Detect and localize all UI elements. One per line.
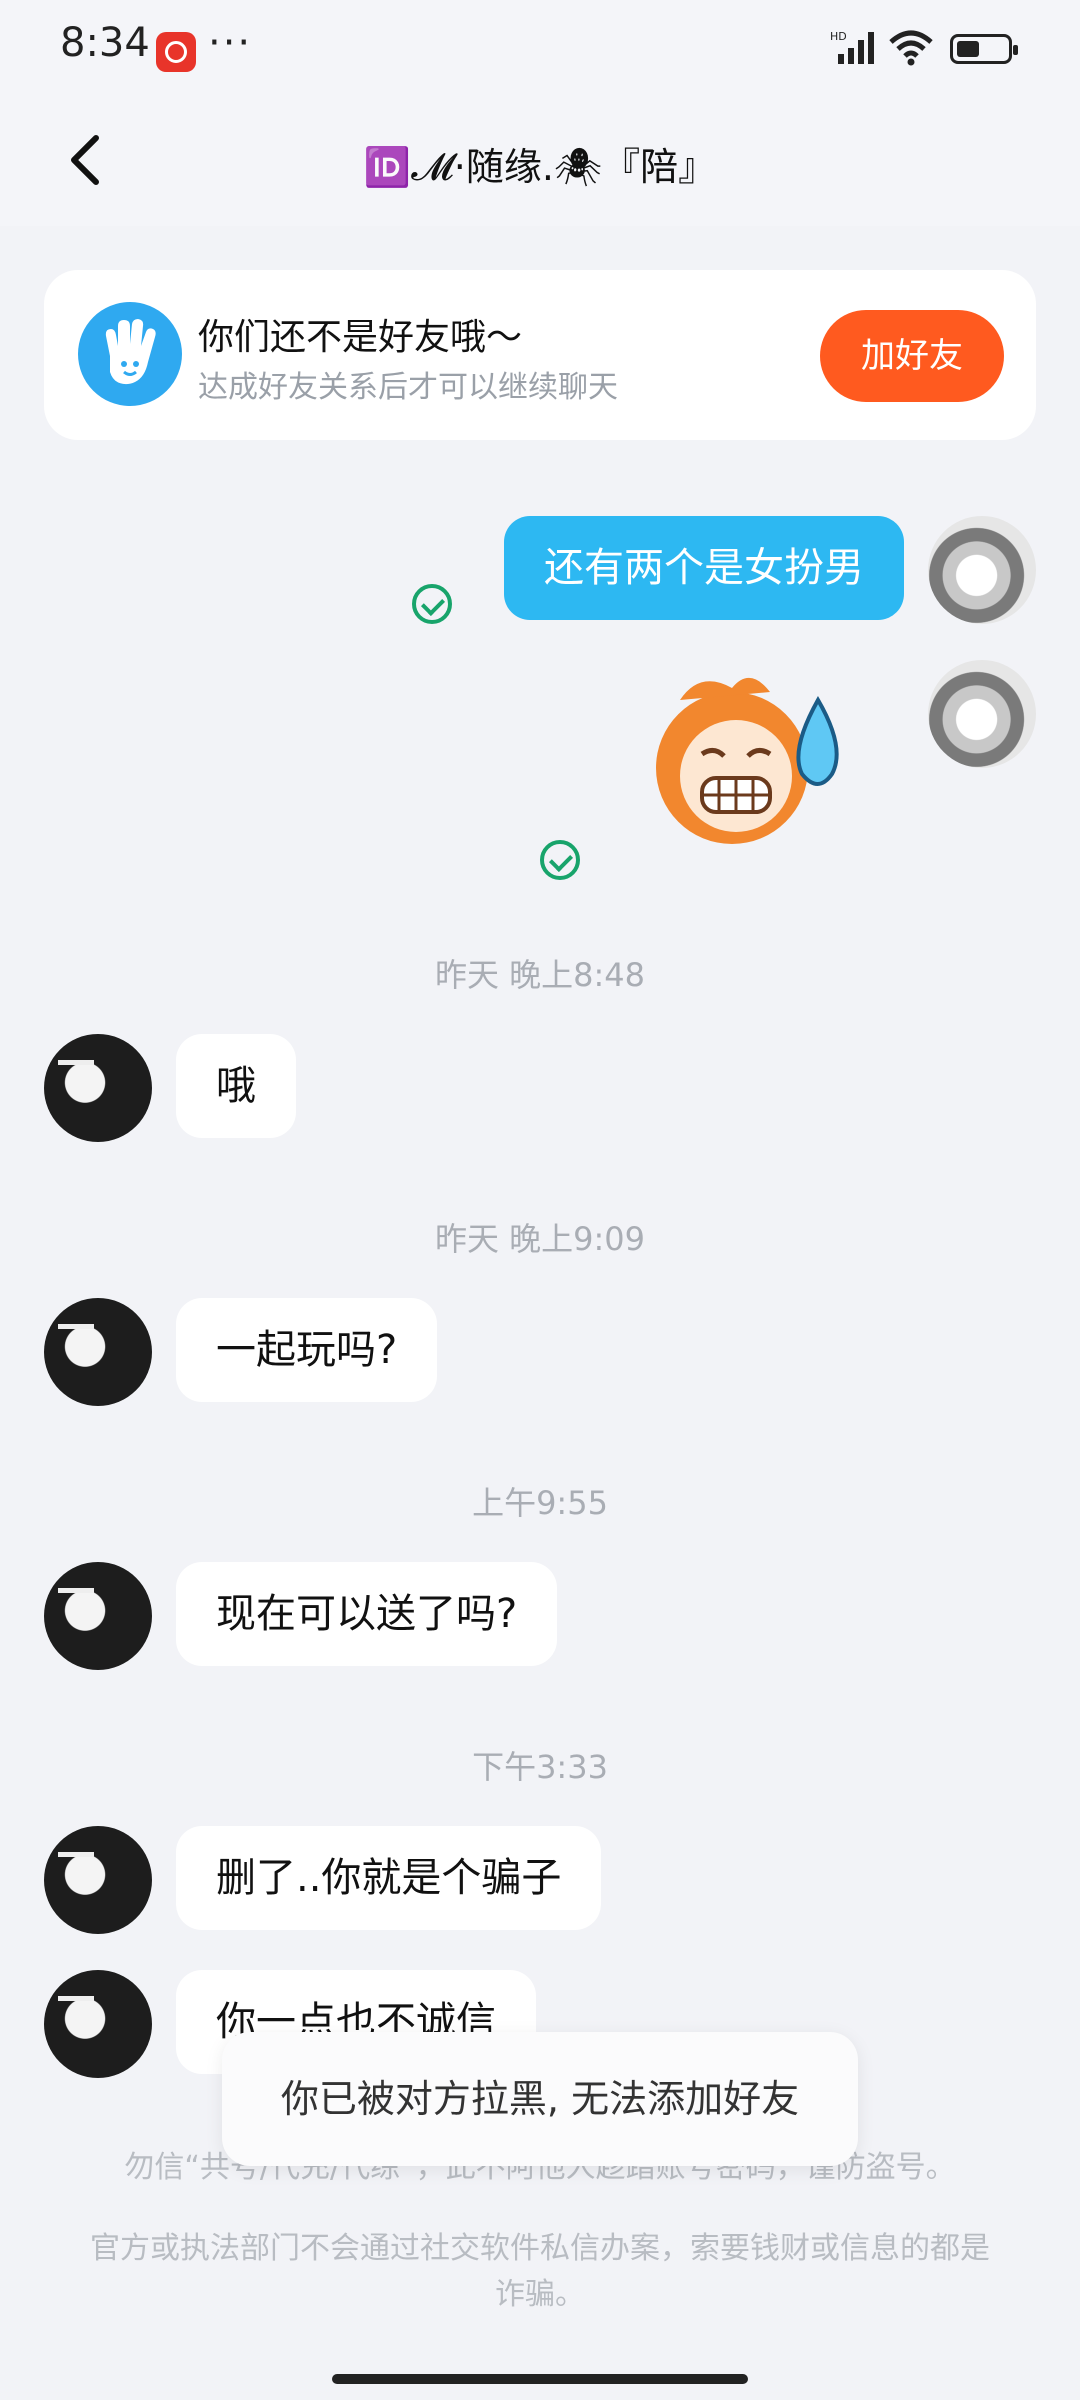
add-friend-button[interactable]: 加好友	[820, 310, 1004, 402]
wave-hand-icon	[78, 302, 182, 406]
contact-avatar[interactable]	[44, 1562, 152, 1670]
my-avatar[interactable]	[928, 660, 1036, 768]
chat-header: 🆔𝓜·随缘.🕷『陪』	[0, 100, 1080, 226]
not-friends-card: 你们还不是好友哦～ 达成好友关系后才可以继续聊天 加好友	[44, 270, 1036, 440]
incoming-message[interactable]: 哦	[176, 1034, 296, 1138]
timestamp: 上午9:55	[472, 1484, 608, 1522]
blocked-toast: 你已被对方拉黑, 无法添加好友	[222, 2032, 858, 2166]
not-friends-subtitle: 达成好友关系后才可以继续聊天	[198, 370, 618, 405]
status-bar: 8:34 ··· HD	[0, 0, 1080, 100]
outgoing-message[interactable]: 还有两个是女扮男	[504, 516, 904, 620]
network-type-label: HD	[830, 30, 847, 43]
incoming-message[interactable]: 一起玩吗?	[176, 1298, 438, 1402]
contact-avatar[interactable]	[44, 1826, 152, 1934]
timestamp: 下午3:33	[472, 1748, 608, 1786]
status-time: 8:34	[60, 20, 150, 66]
read-check-icon	[412, 584, 452, 624]
incoming-message[interactable]: 删了..你就是个骗子	[176, 1826, 602, 1930]
more-notifications-icon: ···	[208, 20, 253, 66]
sweat-face-sticker[interactable]	[640, 670, 860, 850]
timestamp: 昨天 晚上8:48	[434, 956, 646, 994]
chat-title: 🆔𝓜·随缘.🕷『陪』	[363, 145, 717, 189]
my-avatar[interactable]	[928, 516, 1036, 624]
incoming-message[interactable]: 现在可以送了吗?	[176, 1562, 558, 1666]
contact-avatar[interactable]	[44, 1298, 152, 1406]
timestamp: 昨天 晚上9:09	[434, 1220, 646, 1258]
fraud-warning: 官方或执法部门不会通过社交软件私信办案，索要钱财或信息的都是诈骗。	[90, 2231, 990, 2312]
contact-avatar[interactable]	[44, 1034, 152, 1142]
read-check-icon	[540, 840, 580, 880]
home-indicator[interactable]	[332, 2374, 748, 2384]
battery-icon	[950, 34, 1018, 64]
contact-avatar[interactable]	[44, 1970, 152, 2078]
wifi-icon	[889, 30, 933, 66]
notification-app-icon	[156, 32, 196, 72]
signal-icon: HD	[830, 30, 874, 64]
not-friends-title: 你们还不是好友哦～	[198, 317, 523, 358]
